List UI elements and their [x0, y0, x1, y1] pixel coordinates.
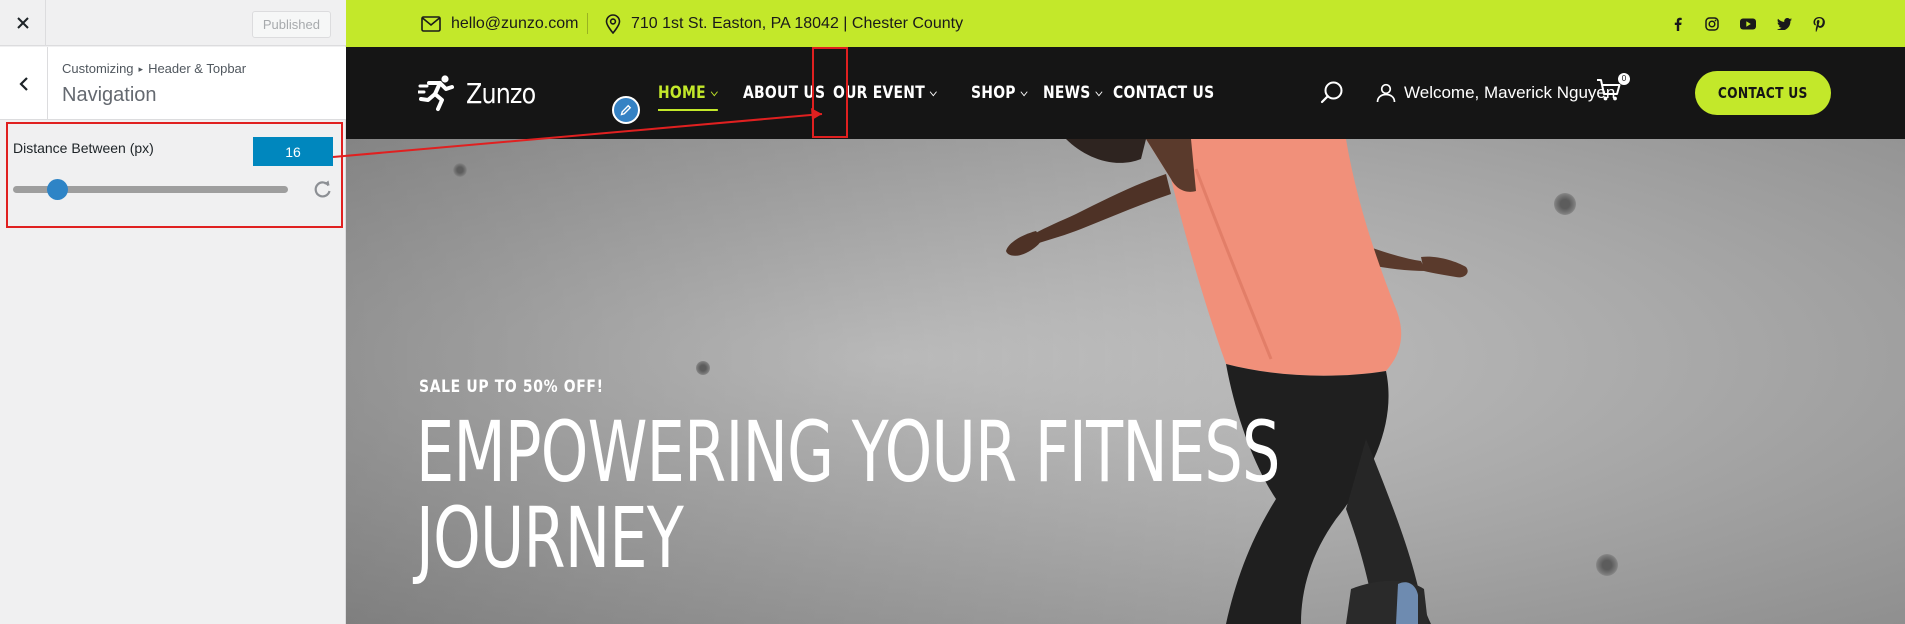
instagram-icon	[1705, 17, 1719, 31]
nav-item-home[interactable]: HOME ⌵	[658, 83, 718, 111]
pinterest-link[interactable]	[1809, 14, 1829, 34]
topbar: hello@zunzo.com 710 1st St. Easton, PA 1…	[346, 0, 1905, 47]
customizer-sidebar: Published Customizing ▸ Header & Topbar Na…	[0, 0, 346, 624]
map-pin-icon	[605, 13, 621, 34]
back-button[interactable]	[0, 47, 48, 120]
nav-label: NEWS	[1043, 83, 1091, 103]
hero-section: SALE UP TO 50% OFF! EMPOWERING YOUR FITN…	[346, 139, 1905, 624]
search-button[interactable]	[1318, 79, 1346, 107]
chevron-down-icon: ⌵	[710, 86, 718, 99]
instagram-link[interactable]	[1702, 14, 1722, 34]
search-icon	[1320, 81, 1343, 104]
youtube-icon	[1740, 18, 1756, 30]
email-text: hello@zunzo.com	[451, 14, 579, 32]
distance-slider-handle[interactable]	[46, 179, 68, 200]
site-preview: hello@zunzo.com 710 1st St. Easton, PA 1…	[346, 0, 1905, 624]
nav-item-shop[interactable]: SHOP ⌵	[971, 83, 1028, 103]
nav-item-news[interactable]: NEWS ⌵	[1043, 83, 1103, 103]
runner-logo-icon	[418, 75, 454, 111]
main-navigation: HOME ⌵ ABOUT US OUR EVENT ⌵ SHOP ⌵ NEWS ⌵ CO…	[658, 47, 1214, 139]
site-logo[interactable]: Zunzo	[418, 47, 548, 139]
topbar-divider	[587, 13, 588, 34]
chevron-left-icon	[18, 76, 28, 91]
cta-label: CONTACT US	[1718, 84, 1808, 102]
control-label: Distance Between (px)	[13, 140, 154, 156]
breadcrumb: Customizing ▸ Header & Topbar	[62, 61, 246, 76]
nav-label: ABOUT US	[743, 83, 826, 103]
mail-icon	[421, 15, 441, 32]
twitter-link[interactable]	[1774, 14, 1794, 34]
customizer-header: Published	[0, 0, 346, 46]
distance-between-control: Distance Between (px) 16	[6, 122, 343, 228]
welcome-text: Welcome, Maverick Nguyen	[1404, 83, 1616, 102]
facebook-icon	[1674, 17, 1682, 31]
user-icon	[1376, 83, 1396, 103]
address-text: 710 1st St. Easton, PA 18042 | Chester C…	[631, 14, 964, 32]
hero-kicker: SALE UP TO 50% OFF!	[419, 377, 604, 397]
section-title: Navigation	[62, 84, 157, 106]
distance-value-input[interactable]: 16	[253, 137, 333, 166]
twitter-icon	[1776, 18, 1792, 30]
nav-label: OUR EVENT	[833, 83, 925, 103]
breadcrumb-root: Customizing	[62, 61, 134, 76]
nav-label: SHOP	[971, 83, 1016, 103]
breadcrumb-section: Header & Topbar	[148, 61, 247, 76]
nav-label: HOME	[658, 83, 706, 103]
reset-icon	[314, 180, 331, 198]
chevron-down-icon: ⌵	[1095, 86, 1103, 99]
edit-shortcut-button[interactable]	[612, 96, 640, 124]
section-header: Customizing ▸ Header & Topbar Navigation	[0, 47, 346, 120]
hero-title-line2: JOURNEY	[416, 489, 684, 587]
youtube-link[interactable]	[1738, 14, 1758, 34]
reset-button[interactable]	[310, 176, 336, 202]
published-button[interactable]: Published	[251, 11, 331, 38]
topbar-address: 710 1st St. Easton, PA 18042 | Chester C…	[605, 0, 963, 47]
close-icon	[16, 17, 29, 29]
nav-item-contact-us[interactable]: CONTACT US	[1113, 83, 1214, 103]
hero-title-line1: EMPOWERING YOUR FITNESS	[416, 403, 1280, 501]
chevron-down-icon: ⌵	[1020, 86, 1028, 99]
nav-item-about-us[interactable]: ABOUT US	[743, 83, 825, 103]
chevron-down-icon: ⌵	[929, 86, 937, 99]
breadcrumb-separator-icon: ▸	[138, 64, 144, 74]
facebook-link[interactable]	[1668, 14, 1688, 34]
topbar-email[interactable]: hello@zunzo.com	[421, 0, 578, 47]
user-account[interactable]: Welcome, Maverick Nguyen	[1376, 47, 1615, 139]
cart-count-badge: 0	[1618, 73, 1630, 85]
site-header: Zunzo HOME ⌵ ABOUT US OUR EVENT ⌵ SHOP ⌵ NE…	[346, 47, 1905, 139]
nav-item-our-event[interactable]: OUR EVENT ⌵	[833, 83, 937, 103]
cart-button[interactable]: 0	[1596, 73, 1630, 107]
logo-text: Zunzo	[466, 76, 536, 110]
close-customizer-button[interactable]	[0, 0, 46, 46]
hero-title: EMPOWERING YOUR FITNESS JOURNEY	[416, 409, 1352, 581]
contact-us-button[interactable]: CONTACT US	[1695, 71, 1831, 115]
pinterest-icon	[1813, 16, 1825, 32]
pencil-icon	[620, 104, 632, 116]
nav-label: CONTACT US	[1113, 83, 1215, 103]
